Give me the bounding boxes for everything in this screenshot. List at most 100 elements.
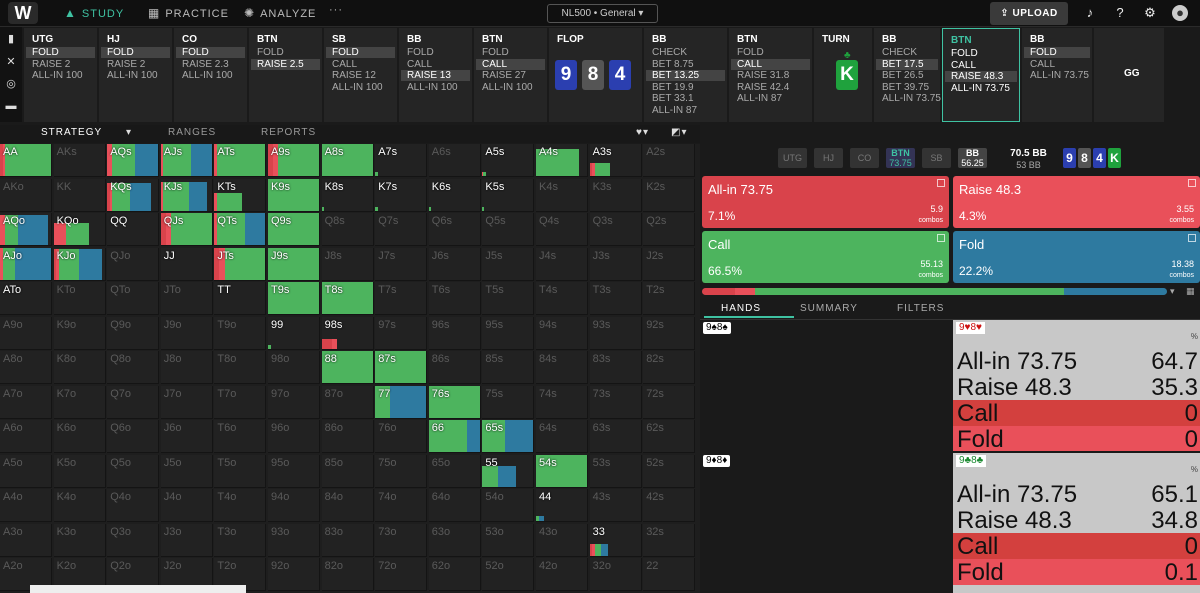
action-option[interactable]: FOLD [476, 47, 545, 58]
hand-cell[interactable]: A8o [0, 351, 52, 384]
action-column[interactable]: GG [1094, 28, 1164, 122]
hand-cell[interactable]: J4s [536, 247, 588, 281]
action-box[interactable]: Call 66.5% 55.13 combos [702, 231, 949, 283]
hand-cell[interactable]: 75s [482, 385, 535, 419]
hand-cell[interactable]: 93s [589, 316, 642, 350]
game-type-select[interactable]: NL500 • General ▾ [547, 4, 658, 23]
action-option[interactable]: BET 39.75 [876, 82, 938, 93]
expand-icon[interactable] [1188, 234, 1196, 242]
hand-cell[interactable]: 83o [321, 523, 374, 557]
hand-cell[interactable]: K8o [53, 351, 106, 384]
action-option[interactable]: BET 13.25 [646, 70, 725, 81]
hand-cell[interactable]: 99 [268, 316, 320, 350]
hand-cell[interactable]: 84o [321, 489, 374, 522]
action-option[interactable]: ALL-IN 100 [26, 70, 95, 81]
tab-reports[interactable]: REPORTS [261, 127, 316, 138]
hand-cell[interactable]: 54o [482, 489, 535, 522]
action-option[interactable]: CHECK [876, 47, 938, 58]
action-option[interactable]: ALL-IN 100 [101, 70, 170, 81]
hand-cell[interactable]: 73o [375, 523, 428, 557]
action-option[interactable]: BET 33.1 [646, 93, 725, 104]
hand-cell[interactable]: 43o [536, 523, 588, 557]
hand-cell[interactable]: 74s [536, 385, 588, 419]
hand-cell[interactable]: 73s [589, 385, 642, 419]
hand-cell[interactable]: J5s [482, 247, 535, 281]
position-pill[interactable]: BB 56.25 [958, 148, 987, 168]
hand-cell[interactable]: KQs [107, 178, 160, 212]
hand-cell[interactable]: QJs [160, 213, 213, 246]
nav-study[interactable]: ▲ STUDY [64, 6, 124, 20]
hand-cell[interactable]: 52o [482, 558, 535, 591]
hand-cell[interactable]: 88 [321, 351, 374, 384]
action-option[interactable]: CALL [326, 59, 395, 70]
hand-cell[interactable]: K4s [536, 178, 588, 212]
hand-cell[interactable]: 98s [321, 316, 374, 350]
action-column[interactable]: HJ FOLD RAISE 2 ALL-IN 100 [99, 28, 172, 122]
hand-cell[interactable]: 63s [589, 420, 642, 453]
hand-cell[interactable]: KJo [53, 247, 106, 281]
action-option[interactable]: RAISE 27 [476, 70, 545, 81]
hand-cell[interactable]: A7o [0, 385, 52, 419]
action-option[interactable]: CALL [401, 59, 470, 70]
hand-cell[interactable]: T6o [214, 420, 267, 453]
hand-cell[interactable]: Q8o [107, 351, 160, 384]
hand-cell[interactable]: A4s [536, 144, 588, 177]
action-option[interactable]: ALL-IN 73.75 [1024, 70, 1090, 81]
action-column[interactable]: BTN FOLD CALL RAISE 48.3 ALL-IN 73.75 [942, 28, 1020, 122]
action-option[interactable]: CALL [731, 58, 810, 70]
hand-cell[interactable]: AJs [160, 144, 213, 177]
hand-cell[interactable]: Q3s [589, 213, 642, 246]
combo-label[interactable]: 9♦8♦ [703, 455, 731, 467]
hand-cell[interactable]: 93o [268, 523, 320, 557]
hand-cell[interactable]: K6o [53, 420, 106, 453]
hand-cell[interactable]: KK [53, 178, 106, 212]
hand-card[interactable]: 9♥8♥% All-in 73.75 64.7 Raise 48.3 35.3 Call 0… [953, 320, 1200, 451]
hand-cell[interactable]: 98o [268, 351, 320, 384]
hand-cell[interactable]: QTs [214, 213, 267, 246]
hand-cell[interactable]: T9o [214, 316, 267, 350]
action-option[interactable]: RAISE 13 [401, 70, 470, 81]
hand-cell[interactable]: T8o [214, 351, 267, 384]
hand-cell[interactable]: K5o [53, 454, 106, 488]
hand-cell[interactable]: A9o [0, 316, 52, 350]
hand-cell[interactable]: J6o [160, 420, 213, 453]
hand-cell[interactable]: AKs [53, 144, 106, 177]
hand-cell[interactable]: 72o [375, 558, 428, 591]
hand-cell[interactable]: T7o [214, 385, 267, 419]
action-option[interactable]: ALL-IN 100 [401, 82, 470, 93]
hand-cell[interactable]: J9s [268, 247, 320, 281]
hand-cell[interactable]: A6o [0, 420, 52, 453]
hand-cell[interactable]: 76s [428, 385, 481, 419]
hand-cell[interactable]: J8s [321, 247, 374, 281]
hand-cell[interactable]: 85o [321, 454, 374, 488]
action-option[interactable]: BET 17.5 [876, 58, 938, 70]
position-pill[interactable]: SB [922, 148, 951, 168]
action-option[interactable]: RAISE 12 [326, 70, 395, 81]
hand-cell[interactable]: 85s [482, 351, 535, 384]
hand-cell[interactable]: A5o [0, 454, 52, 488]
hand-cell[interactable]: Q6s [428, 213, 481, 246]
hand-cell[interactable]: 94o [268, 489, 320, 522]
help-icon[interactable]: ? [1112, 5, 1128, 21]
hand-cell[interactable]: T3s [589, 282, 642, 315]
hand-cell[interactable]: 65o [428, 454, 481, 488]
hand-cell[interactable]: K4o [53, 489, 106, 522]
action-option[interactable]: FOLD [101, 47, 170, 58]
hand-cell[interactable]: 75o [375, 454, 428, 488]
logo[interactable]: W [8, 2, 38, 24]
action-option[interactable]: FOLD [26, 47, 95, 58]
hand-cell[interactable]: ATs [214, 144, 267, 177]
hand-cell[interactable]: 74o [375, 489, 428, 522]
action-option[interactable]: ALL-IN 87 [731, 93, 810, 104]
action-column[interactable]: BB CHECK BET 8.75 BET 13.25 BET 19.9 BET 33.1… [644, 28, 727, 122]
hand-cell[interactable]: 76o [375, 420, 428, 453]
action-option[interactable]: BET 19.9 [646, 82, 725, 93]
hand-cell[interactable]: K9s [268, 178, 320, 212]
hand-cell[interactable]: 82s [643, 351, 696, 384]
hand-cell[interactable]: A7s [375, 144, 428, 177]
action-option[interactable]: FOLD [401, 47, 470, 58]
hand-cell[interactable]: 64s [536, 420, 588, 453]
hand-cell[interactable]: ATo [0, 282, 52, 315]
hand-cell[interactable]: K6s [428, 178, 481, 212]
hand-cell[interactable]: 54s [536, 454, 588, 488]
